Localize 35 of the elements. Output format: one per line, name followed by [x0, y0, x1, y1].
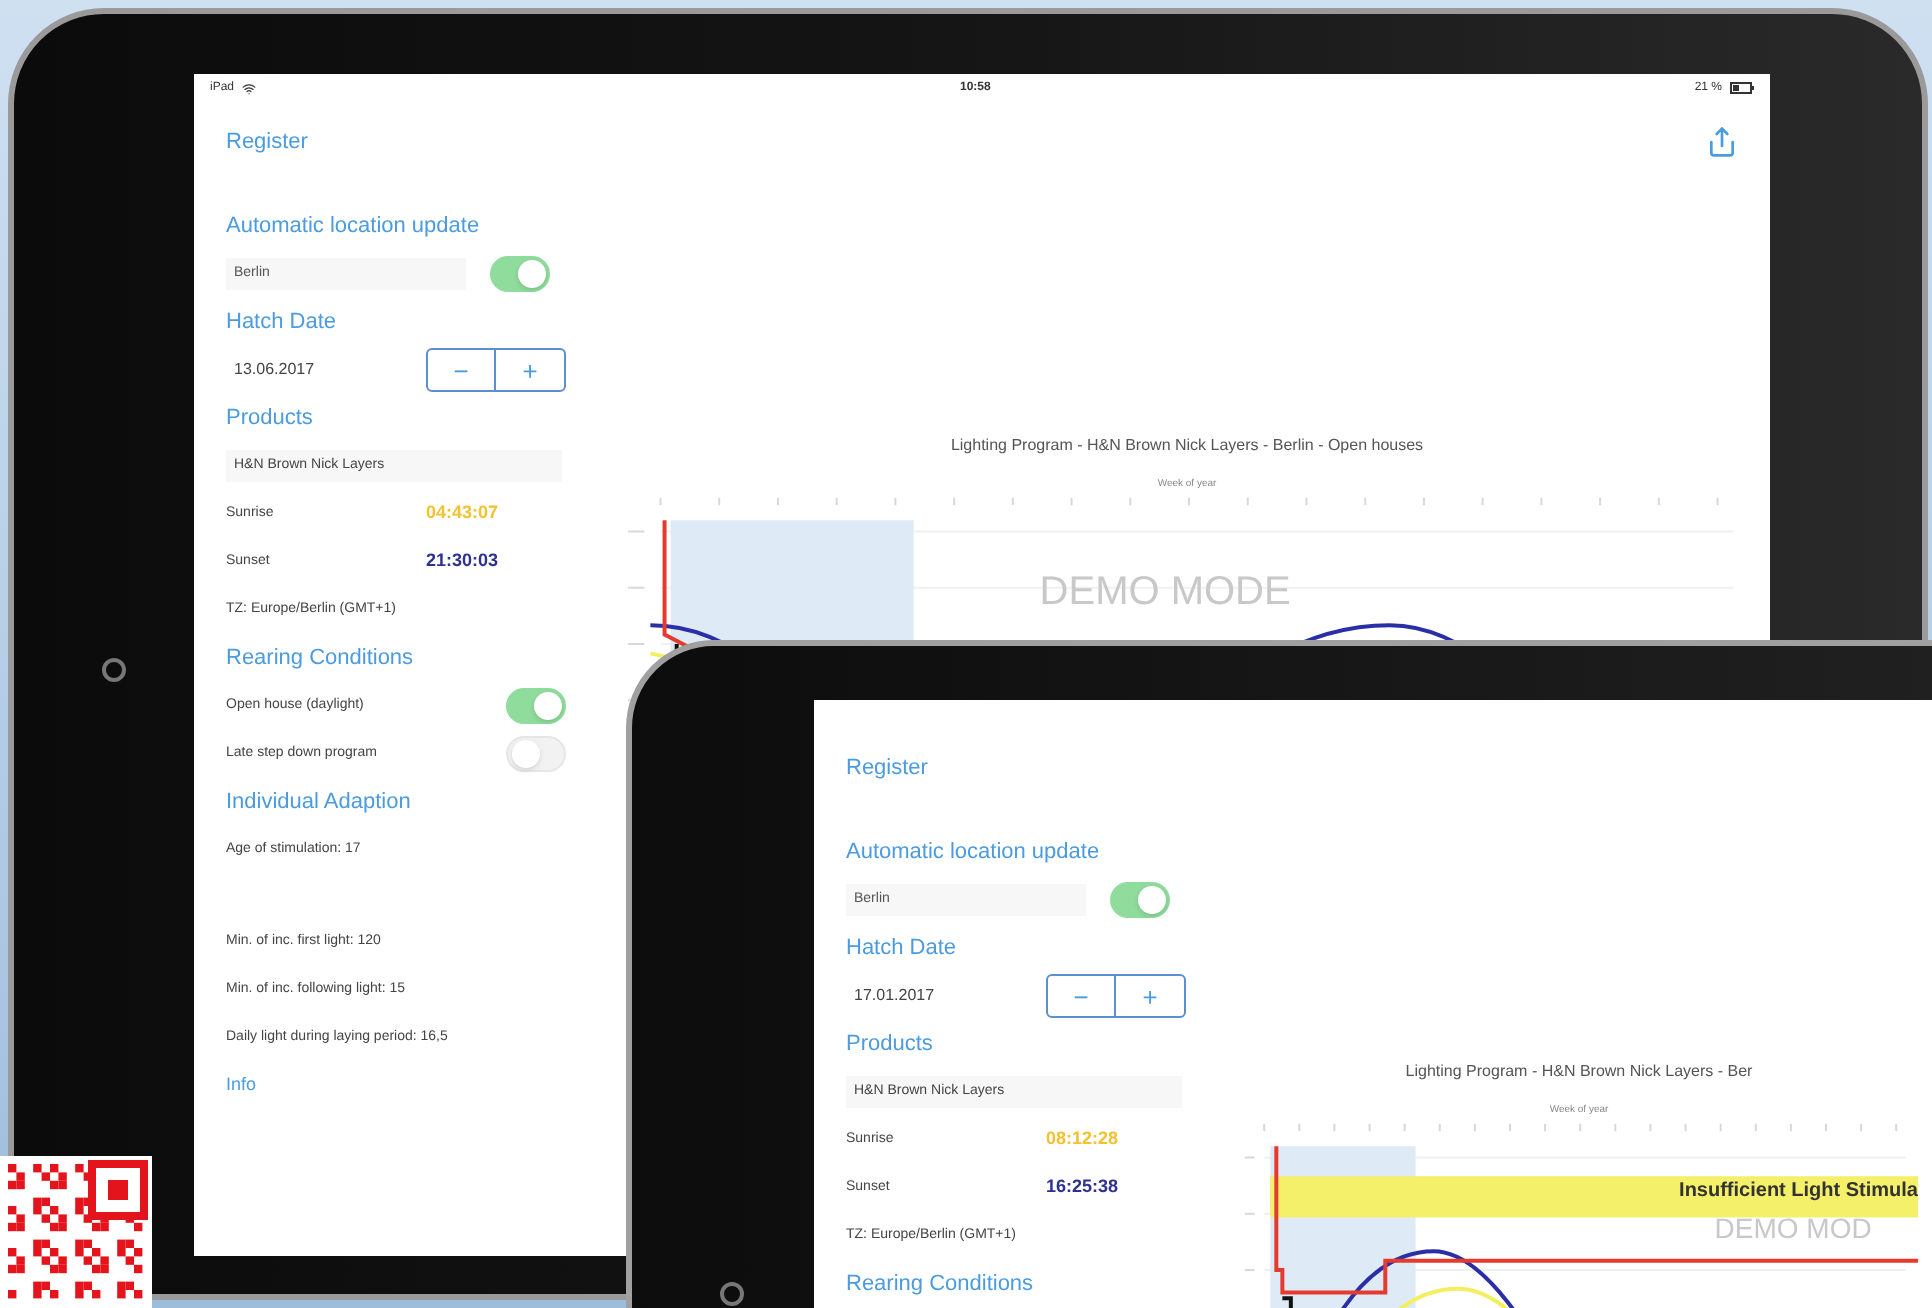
section-heading: Rearing Conditions	[846, 1269, 1034, 1300]
toggle-switch[interactable]	[1110, 882, 1170, 918]
decrement-button[interactable]: −	[428, 350, 496, 390]
section-heading: Products	[846, 1029, 933, 1060]
section-heading: Automatic location update	[846, 837, 1100, 868]
date-field[interactable]: 13.06.2017	[226, 358, 370, 382]
toggle-switch[interactable]	[506, 688, 566, 724]
share-icon[interactable]	[1706, 124, 1738, 160]
increment-button[interactable]: +	[1116, 976, 1184, 1016]
nav-back-link[interactable]: Register	[226, 125, 308, 159]
section-heading: Hatch Date	[226, 307, 337, 338]
home-button-icon	[720, 1282, 744, 1306]
section-heading: Automatic location update	[226, 211, 480, 242]
increment-button[interactable]: +	[496, 350, 564, 390]
section-heading: Hatch Date	[846, 933, 957, 964]
warning-banner-text: Insufficient Light Stimula	[1679, 1177, 1918, 1205]
section-heading: Products	[226, 403, 313, 434]
time-value: 04:43:07	[426, 500, 499, 527]
nav-back-link[interactable]: Register	[846, 751, 928, 785]
section-heading: Rearing Conditions	[226, 643, 414, 674]
time-value: 16:25:38	[1046, 1174, 1119, 1201]
time-value: 08:12:28	[1046, 1126, 1119, 1153]
date-field[interactable]: 17.01.2017	[846, 984, 990, 1008]
home-button-icon	[102, 658, 126, 682]
chart-title: Lighting Program - H&N Brown Nick Layers - Ber	[1405, 1060, 1753, 1084]
chart-title: Lighting Program - H&N Brown Nick Layers - Berlin - Open houses	[950, 434, 1424, 458]
decrement-button[interactable]: −	[1048, 976, 1116, 1016]
info-link[interactable]: Info	[226, 1072, 257, 1100]
qr-code-icon	[0, 1156, 152, 1308]
wifi-icon	[242, 81, 257, 95]
toggle-switch[interactable]	[506, 736, 566, 772]
time-value: 21:30:03	[426, 548, 499, 575]
battery-icon	[1730, 82, 1754, 94]
toggle-switch[interactable]	[490, 256, 550, 292]
section-heading: Individual Adaption	[226, 787, 411, 818]
